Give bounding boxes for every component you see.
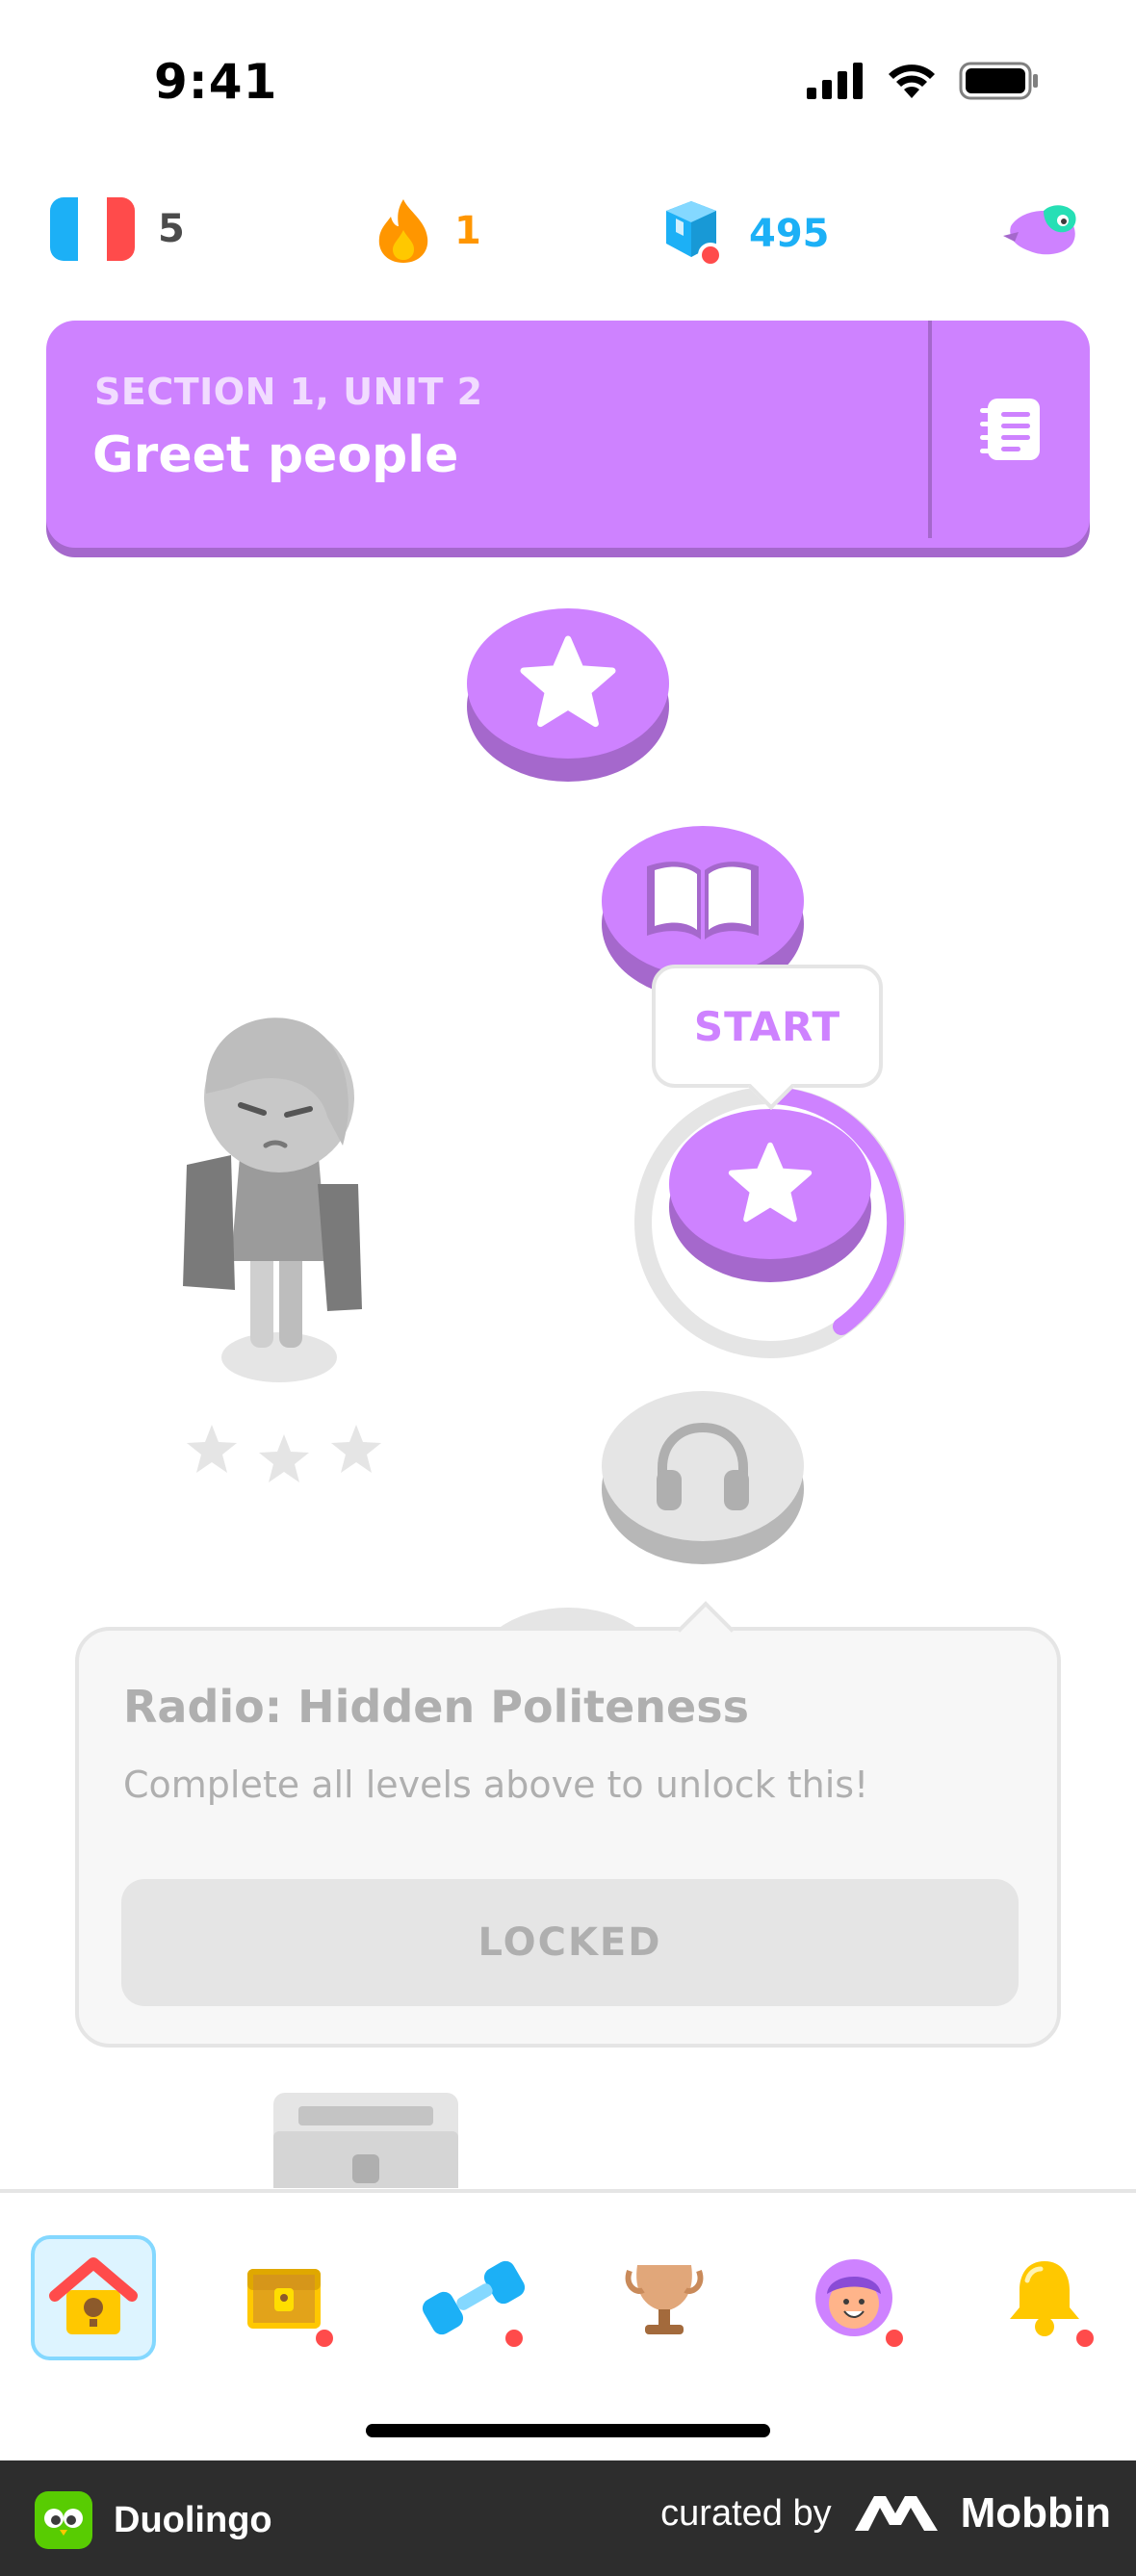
popup-description: Complete all levels above to unlock this… [123, 1764, 869, 1806]
course-selector[interactable]: 5 [50, 197, 185, 261]
gem-icon [666, 201, 723, 268]
nav-practice[interactable] [411, 2235, 536, 2360]
quests-badge [312, 2326, 337, 2351]
status-icons [807, 62, 1040, 100]
chest-icon[interactable] [260, 2087, 472, 2188]
unit-banner: SECTION 1, UNIT 2 Greet people [46, 321, 1090, 548]
footer-curated: curated by Mobbin [660, 2489, 1111, 2537]
status-bar: 9:41 [0, 0, 1136, 164]
battery-icon [959, 62, 1038, 100]
start-tooltip[interactable]: START [652, 965, 883, 1088]
super-duo-icon [1003, 205, 1076, 255]
streak-counter[interactable]: 1 [375, 197, 481, 265]
france-flag-icon [50, 197, 135, 261]
unit-title: Greet people [92, 426, 459, 484]
lesson-node-headphones-locked[interactable] [602, 1391, 804, 1564]
book-icon [647, 862, 759, 940]
locked-lesson-popup: Radio: Hidden Politeness Complete all le… [75, 1627, 1061, 2048]
guidebook-button[interactable] [932, 321, 1090, 538]
notebook-icon [980, 399, 1040, 460]
unit-section-label: SECTION 1, UNIT 2 [94, 371, 483, 413]
home-icon [49, 2257, 138, 2334]
profile-badge [882, 2326, 907, 2351]
popup-title: Radio: Hidden Politeness [123, 1681, 749, 1733]
trophy-icon [625, 2265, 704, 2334]
nav-leaderboard[interactable] [602, 2235, 727, 2360]
notifications-badge [1072, 2326, 1097, 2351]
wifi-icon [889, 64, 935, 98]
star-icon [728, 1142, 813, 1223]
character-illustration [183, 1018, 362, 1382]
headphones-icon [657, 1422, 749, 1510]
lesson-node-star-completed[interactable] [467, 608, 669, 782]
star-icon [520, 635, 616, 728]
curated-by-label: curated by [660, 2492, 832, 2534]
nav-notifications[interactable] [982, 2235, 1107, 2360]
locked-button[interactable]: LOCKED [121, 1879, 1019, 2006]
practice-badge [502, 2326, 527, 2351]
bottom-nav [0, 2189, 1136, 2460]
status-time: 9:41 [154, 54, 278, 110]
nav-profile[interactable] [791, 2235, 917, 2360]
super-button[interactable] [1001, 197, 1082, 265]
mobbin-footer: Duolingo curated by Mobbin [0, 2460, 1136, 2576]
nav-home[interactable] [31, 2235, 156, 2360]
footer-app-name: Duolingo [114, 2499, 272, 2540]
streak-count: 1 [454, 209, 481, 253]
gems-count: 495 [749, 212, 830, 256]
gems-counter[interactable]: 495 [662, 197, 830, 270]
flame-icon [378, 199, 428, 263]
stats-bar: 5 1 495 [0, 197, 1136, 284]
nav-quests[interactable] [221, 2235, 347, 2360]
home-indicator [366, 2424, 770, 2437]
duolingo-logo-icon [35, 2491, 92, 2549]
signal-icon [807, 63, 863, 99]
lesson-node-current[interactable] [669, 1109, 871, 1282]
mobbin-logo-icon [854, 2496, 938, 2531]
footer-app: Duolingo [35, 2491, 272, 2549]
courses-count: 5 [158, 207, 185, 251]
character-stars [187, 1425, 381, 1482]
mobbin-brand: Mobbin [960, 2489, 1111, 2537]
